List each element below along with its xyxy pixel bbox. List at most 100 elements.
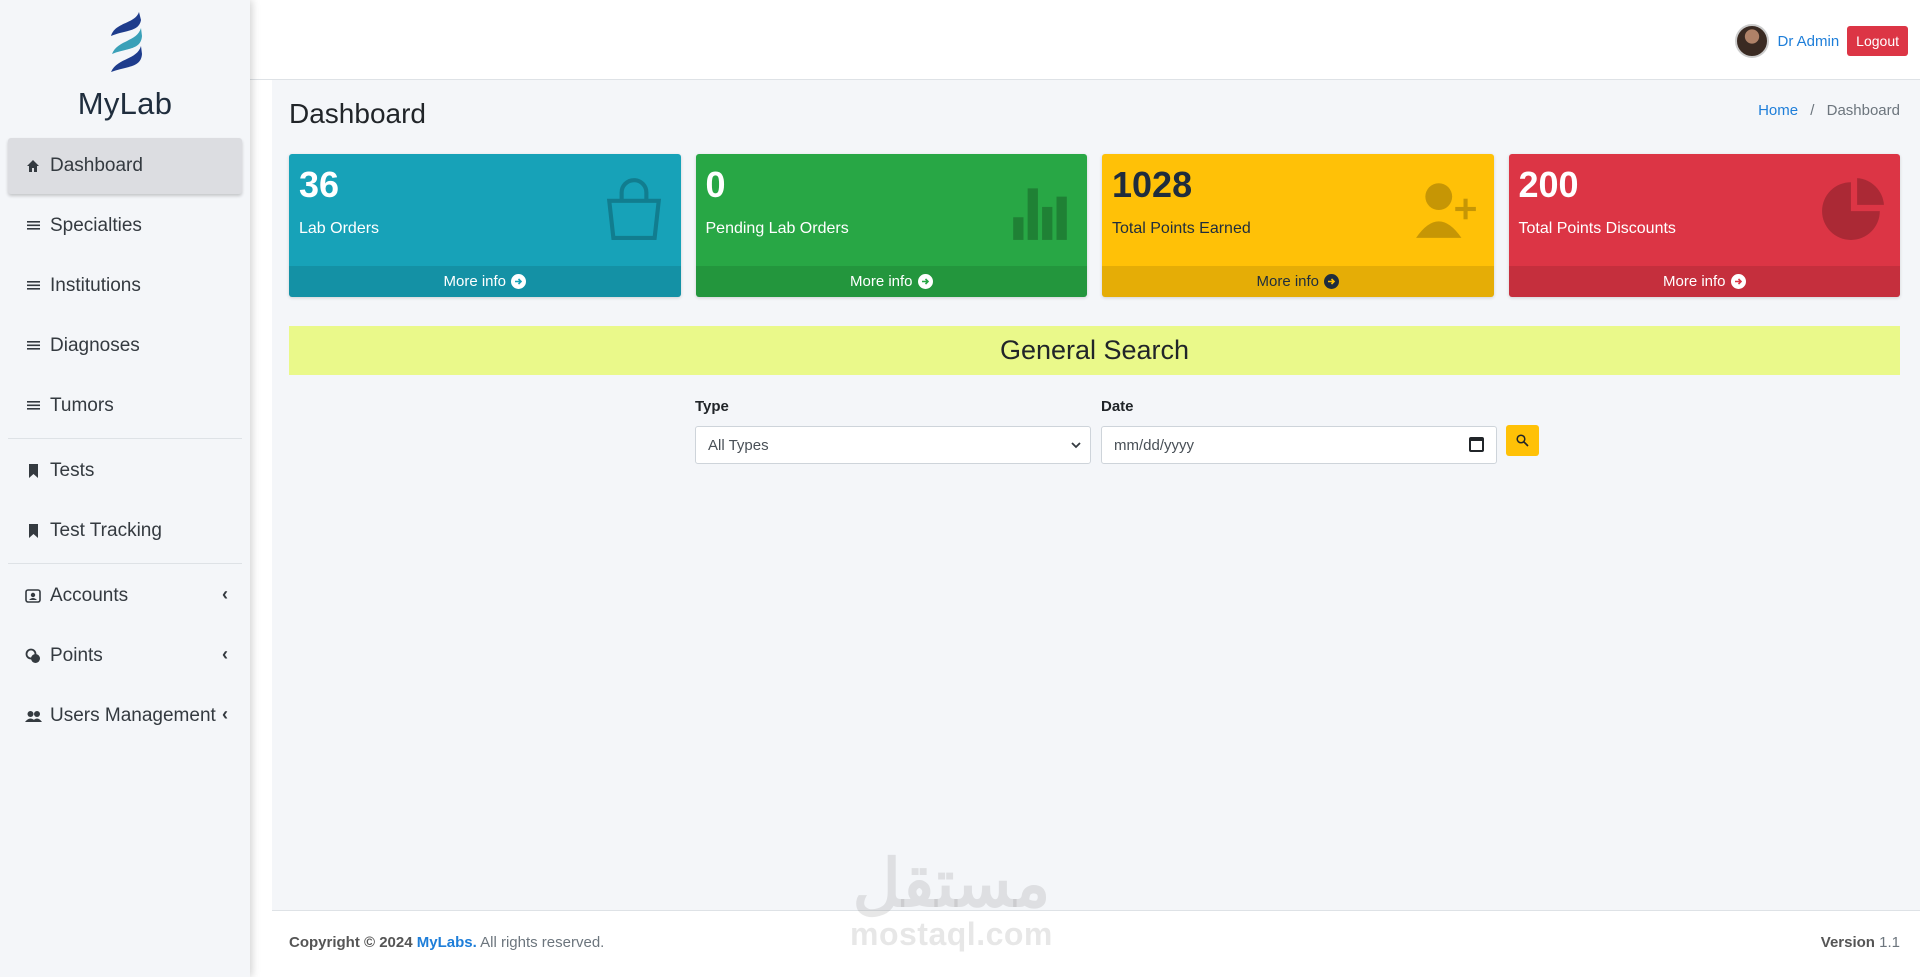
type-select[interactable]: All Types bbox=[695, 426, 1091, 464]
chevron-left-icon[interactable]: ‹ bbox=[222, 704, 228, 725]
stat-label: Total Points Earned bbox=[1112, 220, 1251, 237]
sidebar-item-diagnoses[interactable]: Diagnoses bbox=[8, 318, 242, 374]
date-input-placeholder: mm/dd/yyyy bbox=[1114, 436, 1195, 454]
sidebar-item-label: Tumors bbox=[50, 395, 114, 416]
stat-value: 200 bbox=[1518, 164, 1579, 205]
list-icon bbox=[24, 217, 42, 235]
avatar[interactable] bbox=[1735, 24, 1770, 58]
page-title: Dashboard bbox=[289, 98, 426, 129]
rights-text: All rights reserved. bbox=[480, 934, 605, 951]
chevron-left-icon[interactable]: ‹ bbox=[222, 584, 228, 605]
more-info-label: More info bbox=[443, 273, 507, 290]
chevron-down-icon bbox=[1071, 442, 1081, 449]
id-card-icon bbox=[24, 587, 42, 605]
type-field: Type All Types bbox=[695, 398, 1091, 464]
company-link[interactable]: MyLabs. bbox=[417, 934, 477, 951]
sidebar-item-label: Users Management bbox=[50, 705, 216, 726]
list-icon bbox=[24, 277, 42, 295]
user-name-link[interactable]: Dr Admin bbox=[1777, 33, 1839, 50]
calendar-icon[interactable] bbox=[1469, 437, 1484, 452]
chevron-left-icon[interactable]: ‹ bbox=[222, 644, 228, 665]
brand-logo-icon bbox=[111, 12, 142, 72]
stat-value: 36 bbox=[299, 164, 340, 205]
breadcrumb-separator: / bbox=[1810, 102, 1815, 119]
stat-box-total-points-earned: 1028 Total Points Earned More info bbox=[1102, 154, 1494, 297]
more-info-label: More info bbox=[1662, 273, 1726, 290]
watermark-latin: mostaql.com bbox=[850, 916, 1053, 952]
pie-chart-icon bbox=[1822, 178, 1884, 240]
sidebar-divider bbox=[8, 438, 242, 439]
sidebar-item-tests[interactable]: Tests bbox=[8, 443, 242, 499]
date-input[interactable]: mm/dd/yyyy bbox=[1101, 426, 1497, 464]
version-number: 1.1 bbox=[1879, 934, 1900, 951]
search-button[interactable] bbox=[1506, 425, 1539, 456]
sidebar-item-dashboard[interactable]: Dashboard bbox=[8, 138, 242, 194]
logout-button[interactable]: Logout bbox=[1847, 26, 1908, 56]
copyright-prefix: Copyright © 2024 bbox=[289, 934, 413, 951]
sidebar-divider bbox=[8, 563, 242, 564]
date-field: Date mm/dd/yyyy bbox=[1101, 398, 1497, 464]
sidebar-item-test-tracking[interactable]: Test Tracking bbox=[8, 503, 242, 559]
arrow-circle-right-icon bbox=[511, 274, 527, 289]
sidebar-item-label: Test Tracking bbox=[50, 520, 162, 541]
more-info-label: More info bbox=[849, 273, 913, 290]
watermark: مستقل mostaql.com bbox=[850, 850, 1053, 953]
version-info: Version 1.1 bbox=[1821, 934, 1900, 951]
type-label: Type bbox=[695, 398, 729, 415]
brand[interactable]: MyLab bbox=[0, 0, 250, 138]
sidebar-item-tumors[interactable]: Tumors bbox=[8, 378, 242, 434]
arrow-circle-right-icon bbox=[1324, 274, 1340, 289]
list-icon bbox=[24, 337, 42, 355]
more-info-link[interactable]: More info bbox=[1102, 266, 1494, 297]
coins-icon bbox=[24, 647, 42, 665]
home-icon bbox=[24, 157, 42, 175]
version-label: Version bbox=[1820, 934, 1875, 951]
sidebar-item-label: Specialties bbox=[50, 215, 142, 236]
brand-name: MyLab bbox=[77, 86, 173, 121]
sidebar-item-label: Tests bbox=[50, 460, 95, 481]
breadcrumb-home-link[interactable]: Home bbox=[1758, 102, 1798, 119]
stat-label: Total Points Discounts bbox=[1518, 220, 1676, 237]
breadcrumb: Home / Dashboard bbox=[1758, 102, 1900, 119]
copyright: Copyright © 2024 MyLabs. All rights rese… bbox=[289, 934, 604, 951]
sidebar-item-users-management[interactable]: Users Management ‹ bbox=[8, 688, 242, 744]
sidebar-item-specialties[interactable]: Specialties bbox=[8, 198, 242, 254]
general-search-header: General Search bbox=[289, 326, 1900, 375]
top-navbar: Dr Admin Logout bbox=[250, 0, 1920, 80]
sidebar-item-label: Institutions bbox=[50, 275, 141, 296]
stat-boxes: 36 Lab Orders More info 0 Pending Lab Or… bbox=[289, 154, 1900, 297]
sidebar-item-points[interactable]: Points ‹ bbox=[8, 628, 242, 684]
sidebar-item-label: Accounts bbox=[50, 585, 129, 606]
stat-box-lab-orders: 36 Lab Orders More info bbox=[289, 154, 681, 297]
sidebar-item-institutions[interactable]: Institutions bbox=[8, 258, 242, 314]
arrow-circle-right-icon bbox=[1730, 274, 1746, 289]
arrow-circle-right-icon bbox=[917, 274, 933, 289]
more-info-link[interactable]: More info bbox=[1508, 266, 1900, 297]
sidebar-item-accounts[interactable]: Accounts ‹ bbox=[8, 568, 242, 624]
sidebar-item-label: Dashboard bbox=[50, 155, 143, 176]
user-menu: Dr Admin Logout bbox=[1735, 24, 1908, 58]
sidebar: MyLab Dashboard Specialties Institutions… bbox=[0, 0, 250, 977]
main-content: Dashboard Home / Dashboard 36 Lab Orders… bbox=[272, 80, 1920, 910]
type-select-value: All Types bbox=[708, 436, 769, 454]
user-plus-icon bbox=[1415, 183, 1476, 238]
list-icon bbox=[24, 397, 42, 415]
more-info-link[interactable]: More info bbox=[289, 266, 681, 297]
search-icon bbox=[1516, 434, 1529, 447]
sidebar-item-label: Diagnoses bbox=[50, 335, 140, 356]
stat-value: 0 bbox=[705, 164, 726, 205]
shopping-bag-icon bbox=[606, 178, 661, 240]
stat-box-pending-lab-orders: 0 Pending Lab Orders More info bbox=[695, 154, 1087, 297]
date-label: Date bbox=[1101, 398, 1134, 415]
footer: Copyright © 2024 MyLabs. All rights rese… bbox=[272, 910, 1920, 977]
stat-label: Lab Orders bbox=[299, 220, 380, 237]
watermark-arabic: مستقل bbox=[852, 846, 1051, 920]
bar-chart-icon bbox=[1013, 188, 1067, 240]
stat-label: Pending Lab Orders bbox=[705, 220, 849, 237]
more-info-link[interactable]: More info bbox=[695, 266, 1087, 297]
bookmark-icon bbox=[24, 522, 42, 540]
users-icon bbox=[24, 707, 42, 725]
stat-box-total-points-discounts: 200 Total Points Discounts More info bbox=[1508, 154, 1900, 297]
sidebar-nav: Dashboard Specialties Institutions Diagn… bbox=[0, 138, 250, 744]
bookmark-icon bbox=[24, 462, 42, 480]
